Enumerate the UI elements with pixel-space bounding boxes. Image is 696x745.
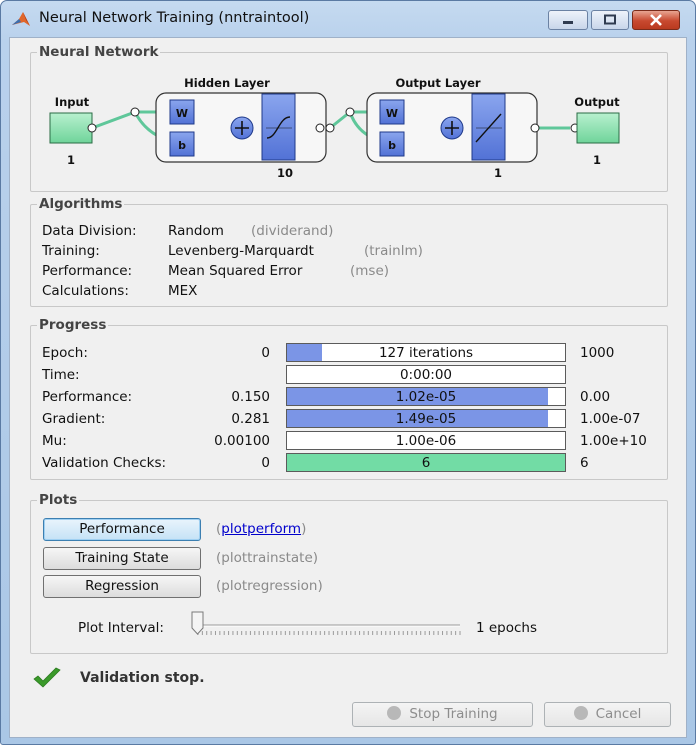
progress-label: Epoch:: [42, 345, 88, 361]
output-layer-label: Output Layer: [395, 76, 480, 90]
algorithm-value: Levenberg-Marquardt: [168, 243, 314, 259]
svg-text:b: b: [388, 139, 396, 152]
window-title: Neural Network Training (nntraintool): [39, 10, 310, 26]
hidden-layer-label: Hidden Layer: [184, 76, 270, 90]
plot-interval-value: 1 epochs: [476, 620, 538, 636]
progress-current: 6: [421, 455, 431, 471]
input-label: Input: [55, 95, 90, 109]
plotperform-link[interactable]: plotperform: [221, 521, 301, 537]
network-diagram: Input 1 Hidden Layer W b 10 Output Layer: [49, 76, 620, 180]
minimize-button[interactable]: [548, 10, 588, 30]
title-bar[interactable]: Neural Network Training (nntraintool): [1, 1, 695, 37]
algorithm-label: Data Division:: [42, 223, 137, 239]
performance-bar: 1.02e-05: [286, 387, 566, 406]
progress-end: 1.00e+10: [580, 433, 647, 449]
progress-label: Time:: [42, 367, 80, 383]
progress-start: 0.00100: [214, 433, 270, 449]
hidden-size: 10: [277, 166, 293, 180]
algorithm-label: Calculations:: [42, 283, 129, 299]
stop-icon: [387, 706, 402, 720]
cancel-button[interactable]: Cancel: [544, 702, 671, 727]
output-label: Output: [574, 95, 620, 109]
training-state-plot-function: (plottrainstate): [216, 550, 319, 566]
progress-label: Validation Checks:: [42, 455, 167, 471]
group-title: Neural Network: [39, 44, 159, 60]
training-state-plot-button[interactable]: Training State: [43, 547, 201, 570]
progress-end: 1000: [580, 345, 615, 361]
close-button[interactable]: [632, 10, 680, 30]
group-title: Algorithms: [39, 196, 123, 212]
progress-end: 1.00e-07: [580, 411, 641, 427]
stop-training-label: Stop Training: [409, 706, 498, 722]
progress-current: 1.02e-05: [395, 389, 457, 405]
progress-start: 0.281: [231, 411, 270, 427]
group-title: Plots: [39, 492, 78, 508]
progress-current: 0:00:00: [399, 367, 453, 383]
time-bar: 0:00:00: [286, 365, 566, 384]
output-block: [576, 112, 620, 144]
progress-label: Performance:: [42, 389, 133, 405]
progress-current: 1.49e-05: [395, 411, 457, 427]
maximize-icon: [592, 11, 628, 29]
progress-label: Gradient:: [42, 411, 106, 427]
algorithm-function: (dividerand): [251, 223, 334, 239]
progress-current: 127 iterations: [378, 345, 474, 361]
progress-start: 0: [261, 345, 270, 361]
algorithm-label: Performance:: [42, 263, 133, 279]
progress-end: 0.00: [580, 389, 611, 405]
progress-start: 0: [261, 455, 270, 471]
cancel-icon: [573, 706, 588, 720]
algorithm-value: Random: [168, 223, 224, 239]
group-title: Progress: [39, 317, 107, 333]
progress-label: Mu:: [42, 433, 67, 449]
svg-text:W: W: [176, 107, 188, 120]
input-size: 1: [67, 153, 75, 167]
progress-current: 1.00e-06: [395, 433, 457, 449]
algorithm-value: MEX: [168, 283, 198, 299]
stop-training-button[interactable]: Stop Training: [352, 702, 533, 727]
plot-interval-label: Plot Interval:: [78, 620, 164, 636]
close-icon: [633, 11, 679, 29]
progress-end: 6: [580, 455, 589, 471]
cancel-label: Cancel: [595, 706, 642, 722]
output-layer-size: 1: [494, 166, 502, 180]
gradient-bar: 1.49e-05: [286, 409, 566, 428]
client-area: Neural Network Input 1 Hidden Layer W b …: [9, 37, 687, 738]
input-block: [49, 112, 93, 144]
algorithm-function: (trainlm): [364, 243, 423, 259]
validation-checks-bar: 6: [286, 453, 566, 472]
status-message: Validation stop.: [80, 670, 205, 686]
algorithm-value: Mean Squared Error: [168, 263, 303, 279]
epoch-bar: 127 iterations: [286, 343, 566, 362]
slider-thumb[interactable]: [191, 611, 204, 635]
svg-text:W: W: [386, 107, 398, 120]
regression-plot-function: (plotregression): [216, 578, 323, 594]
progress-start: 0.150: [231, 389, 270, 405]
regression-plot-button[interactable]: Regression: [43, 575, 201, 598]
checkmark-icon: [33, 667, 61, 688]
output-size: 1: [593, 153, 601, 167]
matlab-icon: [12, 12, 30, 26]
plot-interval-slider[interactable]: [190, 609, 470, 641]
svg-text:b: b: [178, 139, 186, 152]
mu-bar: 1.00e-06: [286, 431, 566, 450]
algorithm-function: (mse): [350, 263, 390, 279]
algorithm-label: Training:: [42, 243, 100, 259]
nntraintool-window: Neural Network Training (nntraintool) Ne…: [0, 0, 696, 745]
maximize-button[interactable]: [591, 10, 629, 30]
minimize-icon: [549, 11, 587, 29]
performance-plot-button[interactable]: Performance: [43, 518, 201, 541]
performance-plot-function: (plotperform): [216, 521, 307, 537]
